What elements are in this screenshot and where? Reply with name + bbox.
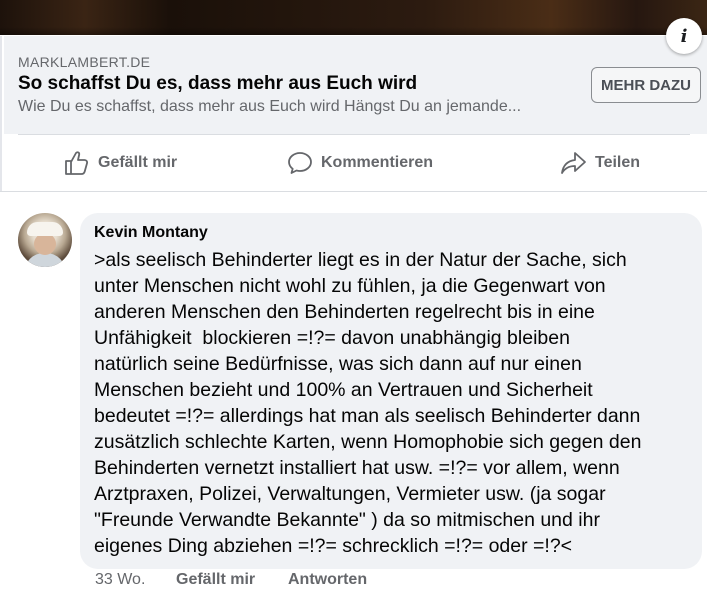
comment-line: natürlich seine Bedürfnisse, was sich da…	[94, 353, 582, 375]
comment-line: Unfähigkeit blockieren =!?= davon unabhä…	[94, 327, 570, 349]
comment-label: Kommentieren	[321, 154, 434, 171]
share-label: Teilen	[595, 154, 641, 171]
comment-line: unter Menschen nicht wohl zu fühlen, ja …	[94, 275, 606, 297]
comment-timestamp[interactable]: 33 Wo.	[95, 571, 145, 591]
comment-line: eigenes Ding abziehen =!?= schrecklich =…	[94, 535, 573, 557]
comment-line: Arztpraxen, Polizei, Verwaltungen, Vermi…	[94, 483, 606, 505]
avatar-shirt	[24, 253, 66, 267]
comment-bubble: Kevin Montany >als seelisch Behinderter …	[80, 213, 702, 569]
comment-line: Menschen bezieht und 100% an Vertrauen u…	[94, 379, 593, 401]
post-actions-bar: Gefällt mir Kommentieren Teilen	[0, 135, 707, 191]
preview-image[interactable]	[0, 0, 707, 35]
link-description: Wie Du es schaffst, dass mehr aus Euch w…	[18, 98, 522, 115]
comment-icon	[288, 152, 312, 174]
comment-line: zusätzlich schlechte Karten, wenn Homoph…	[94, 431, 642, 453]
mehr-dazu-button[interactable]: MEHR DAZU	[591, 67, 701, 103]
info-icon[interactable]: i	[666, 18, 702, 54]
link-title[interactable]: So schaffst Du es, dass mehr aus Euch wi…	[18, 73, 417, 95]
link-preview-card[interactable]: MARKLAMBERT.DE So schaffst Du es, dass m…	[4, 36, 707, 134]
comment-like-button[interactable]: Gefällt mir	[176, 571, 255, 591]
comment-line: anderen Menschen den Behinderten regelre…	[94, 301, 595, 323]
avatar[interactable]	[18, 213, 72, 267]
comment-line: Behinderten vernetzt installiert hat usw…	[94, 457, 620, 479]
comment-line: "Freunde Verwandte Bekannte" ) da so mit…	[94, 509, 600, 531]
divider	[0, 191, 707, 192]
share-button[interactable]: Teilen	[559, 149, 640, 177]
like-label: Gefällt mir	[98, 154, 178, 171]
comment-button[interactable]: Kommentieren	[287, 149, 433, 177]
link-domain: MARKLAMBERT.DE	[18, 54, 151, 70]
like-button[interactable]: Gefällt mir	[64, 149, 177, 177]
avatar-face	[34, 233, 56, 255]
comment-reply-button[interactable]: Antworten	[288, 571, 367, 591]
share-icon	[561, 152, 586, 174]
comment-text: >als seelisch Behinderter liegt es in de…	[94, 247, 694, 559]
comment-line: bedeutet =!?= allerdings hat man als see…	[94, 405, 641, 427]
link-preview-image[interactable]	[0, 0, 707, 36]
comment-author[interactable]: Kevin Montany	[94, 224, 208, 242]
comment-line: >als seelisch Behinderter liegt es in de…	[94, 249, 627, 271]
thumbs-up-icon	[65, 151, 89, 175]
avatar-hat	[27, 222, 63, 236]
